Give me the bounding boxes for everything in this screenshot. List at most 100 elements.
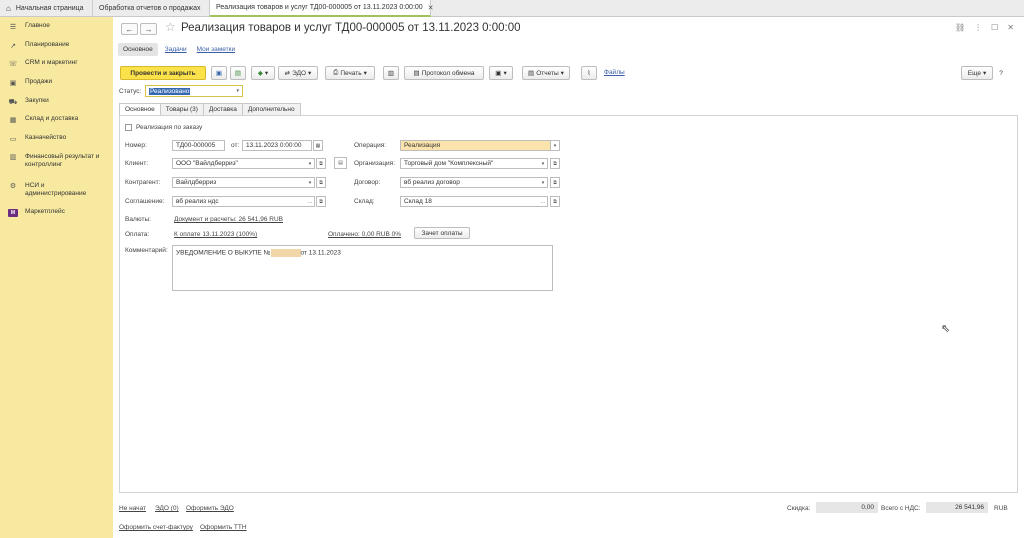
print-button[interactable]: ⎙ Печать ▾ [325, 66, 375, 80]
calendar-icon: ▦ [315, 142, 321, 149]
subtab-tasks[interactable]: Задачи [162, 43, 190, 56]
link-icon[interactable]: ⛓ [955, 23, 965, 32]
open-agreement-button[interactable]: ⧉ [316, 196, 326, 207]
edi-link[interactable]: ЭДО (0) [155, 505, 179, 512]
payment-link[interactable]: К оплате 13.11.2023 (100%) [174, 231, 257, 238]
chevron-down-icon: ▾ [560, 70, 564, 77]
link-icon: ⧉ [319, 160, 323, 167]
offset-payment-button[interactable]: Зачет оплаты [414, 227, 470, 239]
client-card-button[interactable]: ▤ [334, 157, 347, 169]
help-button[interactable]: ? [996, 66, 1006, 80]
reports-button[interactable]: ▤ Отчеты ▾ [522, 66, 570, 80]
open-counterparty-button[interactable]: ⧉ [316, 177, 326, 188]
finance-icon: ▥ [9, 154, 17, 161]
back-button[interactable]: ← [121, 23, 138, 35]
total-label: Всего с НДС: [881, 505, 921, 512]
org-field[interactable]: Торговый дом "Комплексный" [400, 158, 548, 169]
open-warehouse-button[interactable]: ⧉ [550, 196, 560, 207]
maximize-icon[interactable]: ☐ [991, 23, 998, 32]
sidebar: ☰ Главное ↗ Планирование ☏ CRM и маркети… [0, 17, 113, 538]
close-icon[interactable]: ✕ [1007, 23, 1014, 32]
sidebar-item-warehouse[interactable]: ▦ Склад и доставка [0, 115, 113, 125]
operation-field[interactable]: Реализация [400, 140, 560, 151]
link-icon: ⧉ [553, 179, 557, 186]
open-org-button[interactable]: ⧉ [550, 158, 560, 169]
subtab-main[interactable]: Основное [118, 43, 158, 56]
menu-icon: ☰ [9, 24, 17, 31]
attach-button[interactable]: ⌇ [581, 66, 597, 80]
select-icon[interactable]: … [538, 196, 548, 207]
briefcase-icon: ▣ [9, 80, 17, 87]
formtab-extra[interactable]: Дополнительно [241, 103, 301, 115]
page-title: Реализация товаров и услуг ТД00-000005 о… [181, 22, 521, 34]
phone-icon: ☏ [8, 61, 18, 68]
sidebar-item-finance[interactable]: ▥ Финансовый результат и контроллинг [0, 153, 113, 169]
currency-link[interactable]: Документ и расчеты: 26 541,96 RUB [174, 216, 283, 223]
more-button[interactable]: Еще ▾ [961, 66, 993, 80]
formtab-goods[interactable]: Товары (3) [159, 103, 204, 115]
client-field[interactable]: ООО "Вайлдберриз" [172, 158, 315, 169]
sidebar-item-admin[interactable]: ⚙ НСИ и администрирование [0, 182, 113, 198]
edo-icon: ⇄ [284, 70, 291, 77]
more-icon[interactable]: ⋮ [974, 23, 982, 32]
formtab-delivery[interactable]: Доставка [202, 103, 243, 115]
formtab-main[interactable]: Основное [119, 103, 161, 115]
tab-sales-reports[interactable]: Обработка отчетов о продажах [93, 0, 210, 17]
document-form: ← → ☆ Реализация товаров и услуг ТД00-00… [113, 17, 1024, 538]
sidebar-item-sales[interactable]: ▣ Продажи [0, 78, 113, 88]
related-docs-button[interactable]: ▣ ▾ [489, 66, 513, 80]
sidebar-item-purchases[interactable]: ⛟ Закупки [0, 97, 113, 107]
contract-field[interactable]: вб реализ договор [400, 177, 548, 188]
open-contract-button[interactable]: ⧉ [550, 177, 560, 188]
chevron-down-icon: ▾ [982, 70, 987, 77]
post-button[interactable]: ▤ [230, 66, 246, 80]
post-close-button[interactable]: Провести и закрыть [120, 66, 206, 80]
operation-label: Операция: [354, 142, 387, 149]
number-field[interactable]: ТД00-000005 [172, 140, 225, 151]
sidebar-item-planning[interactable]: ↗ Планирование [0, 41, 113, 51]
exchange-log-button[interactable]: ▤ Протокол обмена [404, 66, 484, 80]
close-icon[interactable]: ✕ [428, 4, 434, 12]
ttn-link[interactable]: Оформить ТТН [200, 524, 247, 531]
subtab-notes[interactable]: Мои заметки [194, 43, 238, 56]
help-icon: ? [999, 69, 1003, 77]
structure-icon: ▥ [387, 70, 395, 77]
files-link[interactable]: Файлы [604, 69, 625, 76]
tab-home[interactable]: ⌂ Начальная страница [0, 0, 93, 17]
warehouse-field[interactable]: Склад 18 [400, 196, 548, 207]
star-icon[interactable]: ☆ [165, 20, 176, 34]
chevron-down-icon[interactable]: ▾ [305, 158, 315, 169]
structure-button[interactable]: ▥ [383, 66, 399, 80]
select-icon[interactable]: … [305, 196, 315, 207]
status-field[interactable]: Реализовано ▾ [145, 85, 243, 97]
save-button[interactable]: ▣ [211, 66, 227, 80]
agreement-field[interactable]: вб реализ ндс [172, 196, 315, 207]
chevron-down-icon[interactable]: ▾ [538, 158, 548, 169]
issue-edi-link[interactable]: Оформить ЭДО [186, 505, 234, 512]
sidebar-item-marketplace[interactable]: M Маркетплейс [0, 208, 113, 218]
create-icon: ◆ [257, 70, 263, 77]
by-order-checkbox[interactable] [125, 124, 132, 131]
chevron-down-icon: ▾ [264, 70, 269, 77]
link-icon: ⧉ [319, 198, 323, 205]
form-tabs: Основное Товары (3) Доставка Дополнитель… [119, 103, 301, 115]
sidebar-item-treasury[interactable]: ▭ Казначейство [0, 134, 113, 144]
chevron-down-icon[interactable]: ▾ [538, 177, 548, 188]
chevron-down-icon[interactable]: ▾ [305, 177, 315, 188]
open-client-button[interactable]: ⧉ [316, 158, 326, 169]
not-started-link[interactable]: Не начат [119, 505, 146, 512]
date-field[interactable]: 13.11.2023 0:00:00 [242, 140, 312, 151]
forward-button[interactable]: → [140, 23, 157, 35]
tab-sales-doc[interactable]: Реализация товаров и услуг ТД00-000005 о… [210, 0, 434, 17]
edo-button[interactable]: ⇄ ЭДО ▾ [278, 66, 318, 80]
counterparty-field[interactable]: Вайлдберриз [172, 177, 315, 188]
invoice-link[interactable]: Оформить счет-фактуру [119, 524, 193, 531]
calendar-button[interactable]: ▦ [313, 140, 323, 151]
sidebar-item-main[interactable]: ☰ Главное [0, 22, 113, 32]
comment-field[interactable]: УВЕДОМЛЕНИЕ О ВЫКУПЕ № от 13.11.2023 [172, 245, 553, 291]
chevron-down-icon[interactable]: ▾ [550, 140, 560, 151]
sidebar-item-crm[interactable]: ☏ CRM и маркетинг [0, 59, 113, 69]
paid-link[interactable]: Оплачено: 0,00 RUB 0% [328, 231, 401, 238]
post-icon: ▤ [234, 70, 242, 77]
create-based-button[interactable]: ◆ ▾ [251, 66, 275, 80]
